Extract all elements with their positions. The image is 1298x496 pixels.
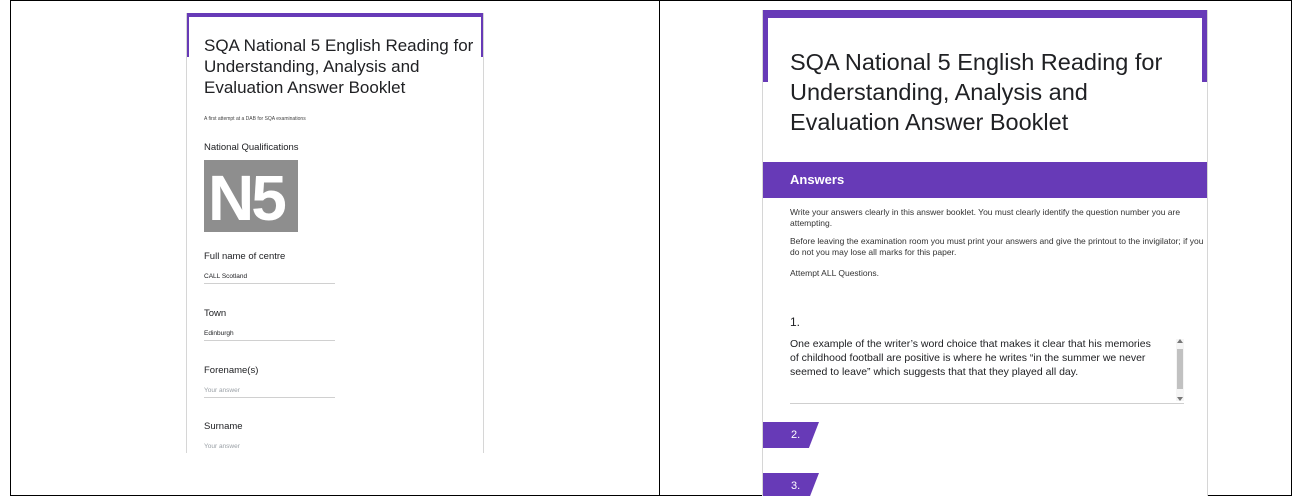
n5-logo: N5	[204, 160, 298, 232]
qualifications-label: National Qualifications	[204, 142, 299, 153]
right-form-screenshot: SQA National 5 English Reading for Under…	[762, 10, 1208, 496]
form-side-accent	[763, 10, 768, 82]
instruction-text: Attempt ALL Questions.	[790, 268, 879, 278]
town-input[interactable]: Edinburgh	[204, 330, 335, 341]
form-side-accent	[481, 13, 483, 57]
form-side-accent	[187, 13, 189, 57]
scrollbar-thumb[interactable]	[1177, 349, 1183, 389]
form-description: A first attempt at a DAB for SQA examina…	[204, 116, 306, 122]
question-1-answer-textarea[interactable]: One example of the writer’s word choice …	[790, 337, 1184, 404]
forename-input[interactable]: Your answer	[204, 387, 335, 398]
table-column-divider	[659, 0, 660, 496]
question-tab-label: 2.	[791, 429, 801, 441]
section-title: Answers	[790, 172, 845, 187]
question-number: 1.	[790, 315, 801, 329]
form-title: SQA National 5 English Reading for Under…	[204, 36, 474, 97]
scroll-down-arrow-icon[interactable]	[1177, 397, 1183, 401]
form-header-accent	[763, 10, 1207, 18]
answer-scrollbar[interactable]	[1176, 339, 1184, 401]
left-form-screenshot: SQA National 5 English Reading for Under…	[186, 13, 484, 453]
instruction-text: Before leaving the examination room you …	[790, 236, 1204, 257]
surname-label: Surname	[204, 421, 243, 432]
instruction-text: Write your answers clearly in this answe…	[790, 207, 1181, 228]
question-tab-label: 3.	[791, 480, 801, 492]
forename-label: Forename(s)	[204, 365, 259, 376]
scroll-up-arrow-icon[interactable]	[1177, 339, 1183, 343]
n5-logo-text: N5	[208, 162, 287, 234]
question-tab-3: 3.	[763, 473, 819, 496]
answer-text[interactable]: One example of the writer’s word choice …	[790, 337, 1160, 379]
town-label: Town	[204, 308, 227, 319]
form-header-accent	[187, 13, 483, 17]
answers-section-header: Answers	[763, 162, 1207, 198]
surname-input[interactable]: Your answer	[204, 443, 335, 453]
centre-name-input[interactable]: CALL Scotland	[204, 273, 335, 284]
centre-name-label: Full name of centre	[204, 251, 286, 262]
question-tab-2: 2.	[763, 422, 819, 448]
form-title: SQA National 5 English Reading for Under…	[790, 49, 1163, 135]
form-side-accent	[1202, 10, 1207, 82]
